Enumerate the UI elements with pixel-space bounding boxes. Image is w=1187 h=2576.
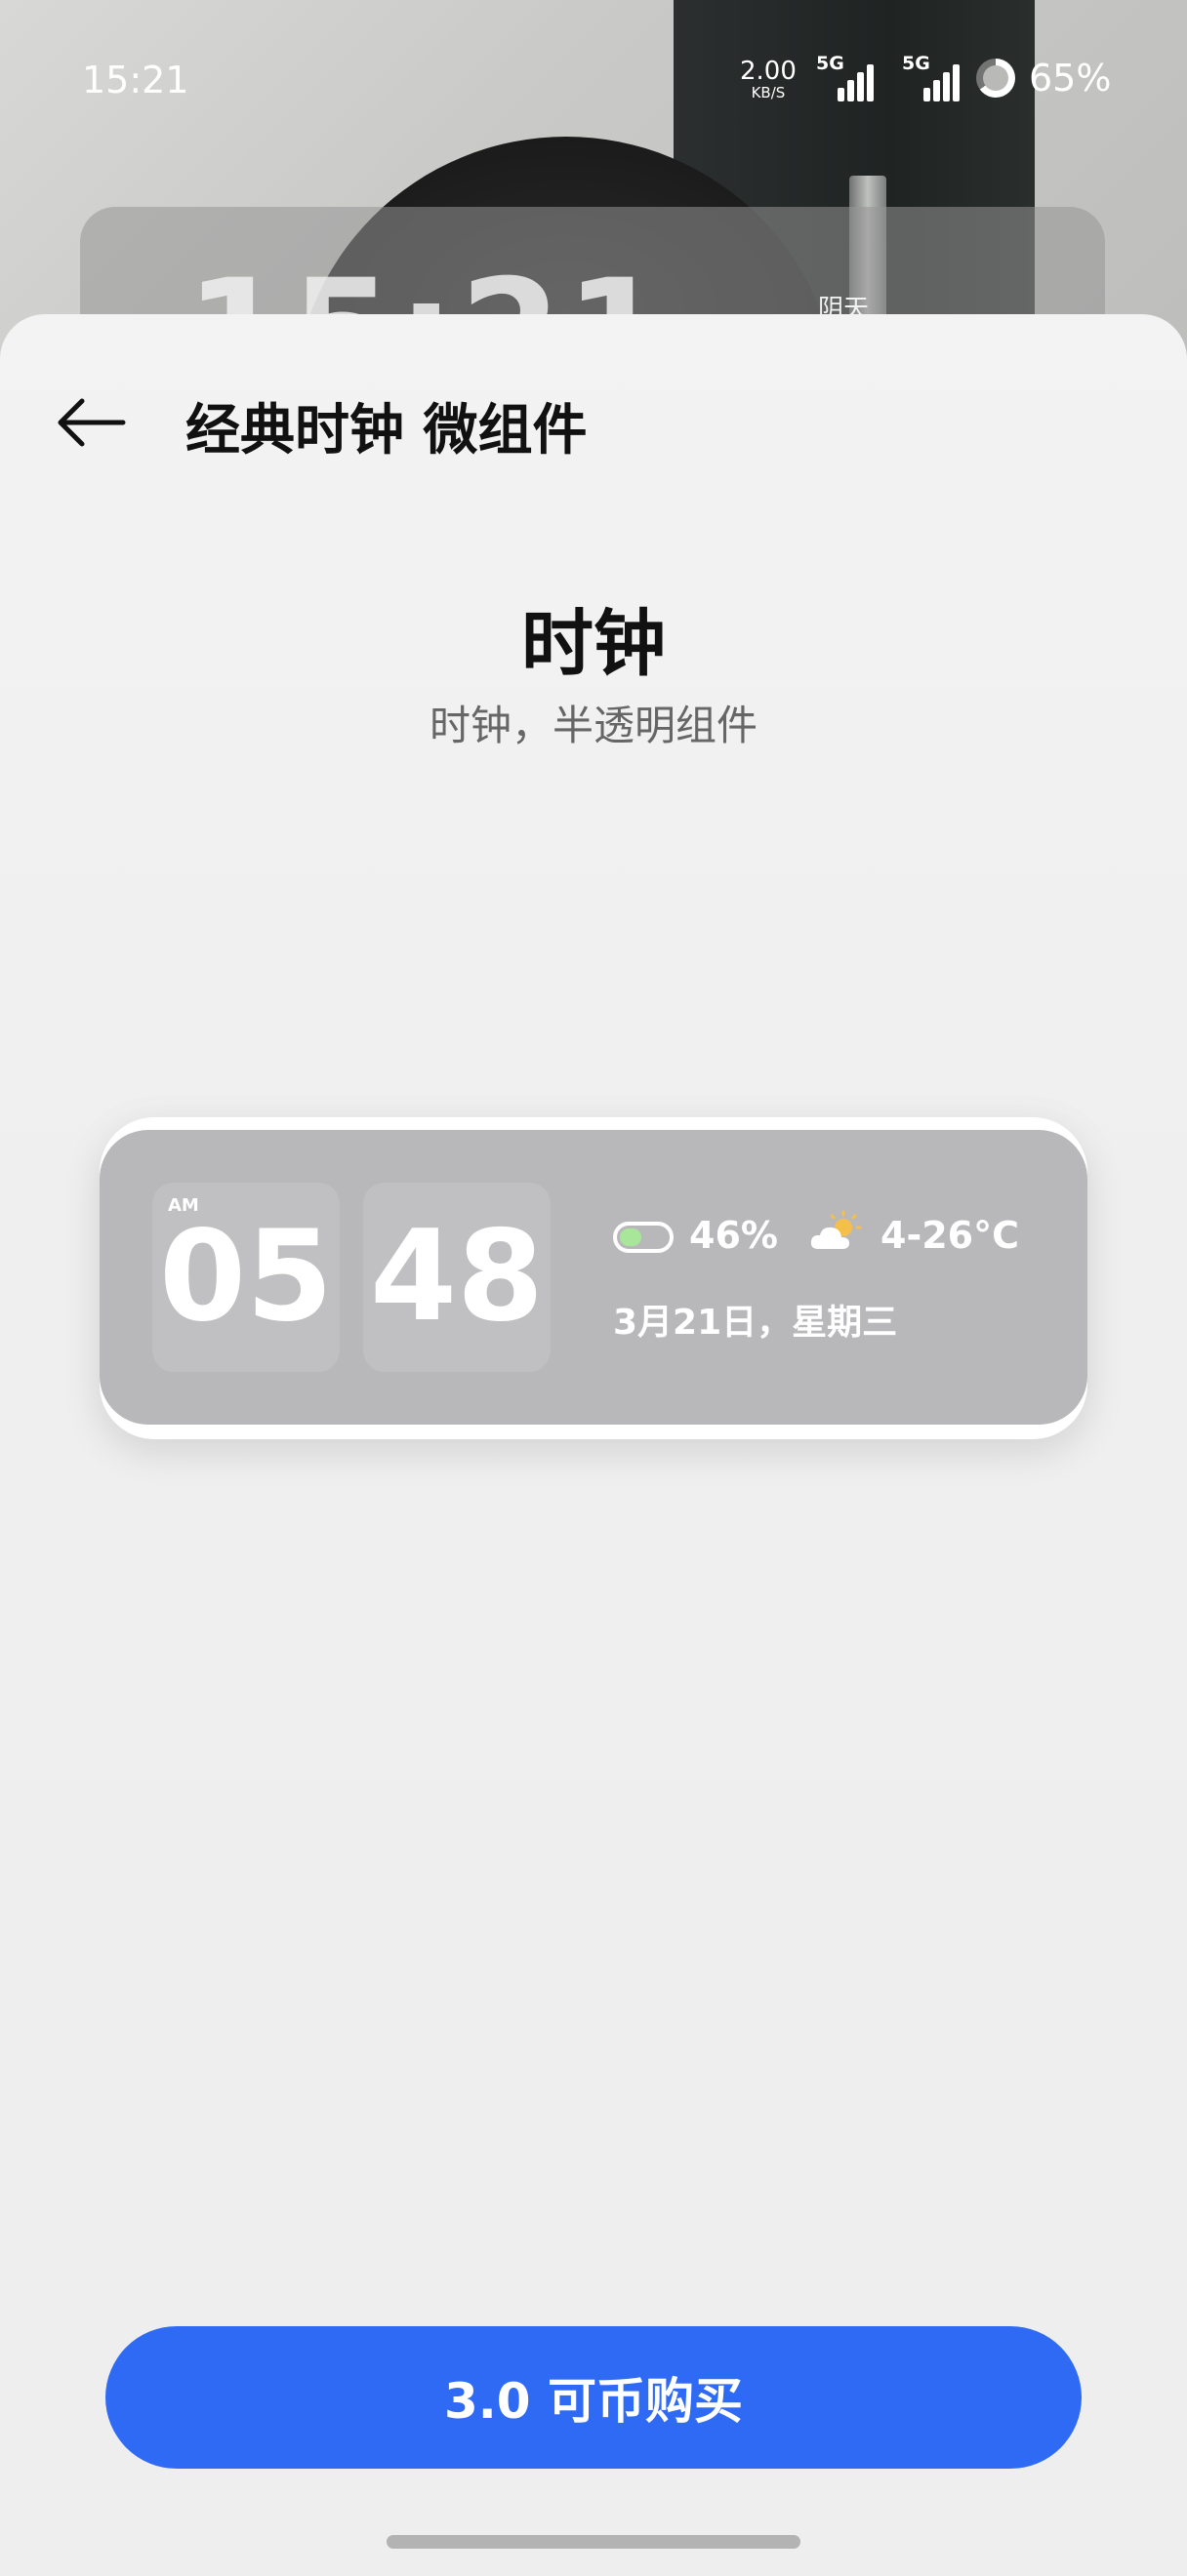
- home-indicator[interactable]: [387, 2535, 800, 2549]
- arrow-left-icon: [58, 398, 126, 447]
- page-title: 经典时钟 微组件: [185, 399, 588, 463]
- battery-fill: [620, 1228, 641, 1246]
- network-speed: 2.00 KB/S: [740, 59, 797, 101]
- signal-type-label: 5G: [902, 53, 930, 74]
- signal-icon: 5G: [902, 53, 960, 101]
- network-speed-value: 2.00: [740, 57, 797, 86]
- battery-percent: 65%: [1029, 57, 1112, 100]
- widget-temperature: 4-26°C: [880, 1214, 1019, 1257]
- widget-date: 3月21日，星期三: [613, 1303, 898, 1343]
- network-speed-unit: KB/S: [751, 84, 786, 101]
- battery-icon: [613, 1222, 674, 1253]
- widget-battery-percent: 46%: [689, 1214, 778, 1257]
- status-time: 15:21: [82, 59, 189, 101]
- minute-digits: 48: [369, 1204, 545, 1349]
- hour-digits: 05: [158, 1204, 334, 1349]
- status-bar: 15:21 2.00 KB/S 5G 5G 65%: [0, 0, 1187, 166]
- signal-type-label: 5G: [816, 53, 844, 74]
- battery-ring-icon: [976, 59, 1015, 98]
- purchase-button[interactable]: 3.0 可币购买: [105, 2326, 1082, 2469]
- back-button[interactable]: [53, 388, 131, 457]
- widget-description: 时钟，半透明组件: [429, 702, 757, 749]
- widget-name: 时钟: [521, 602, 666, 686]
- signal-icon: 5G: [816, 53, 874, 101]
- partly-cloudy-icon: [808, 1210, 865, 1257]
